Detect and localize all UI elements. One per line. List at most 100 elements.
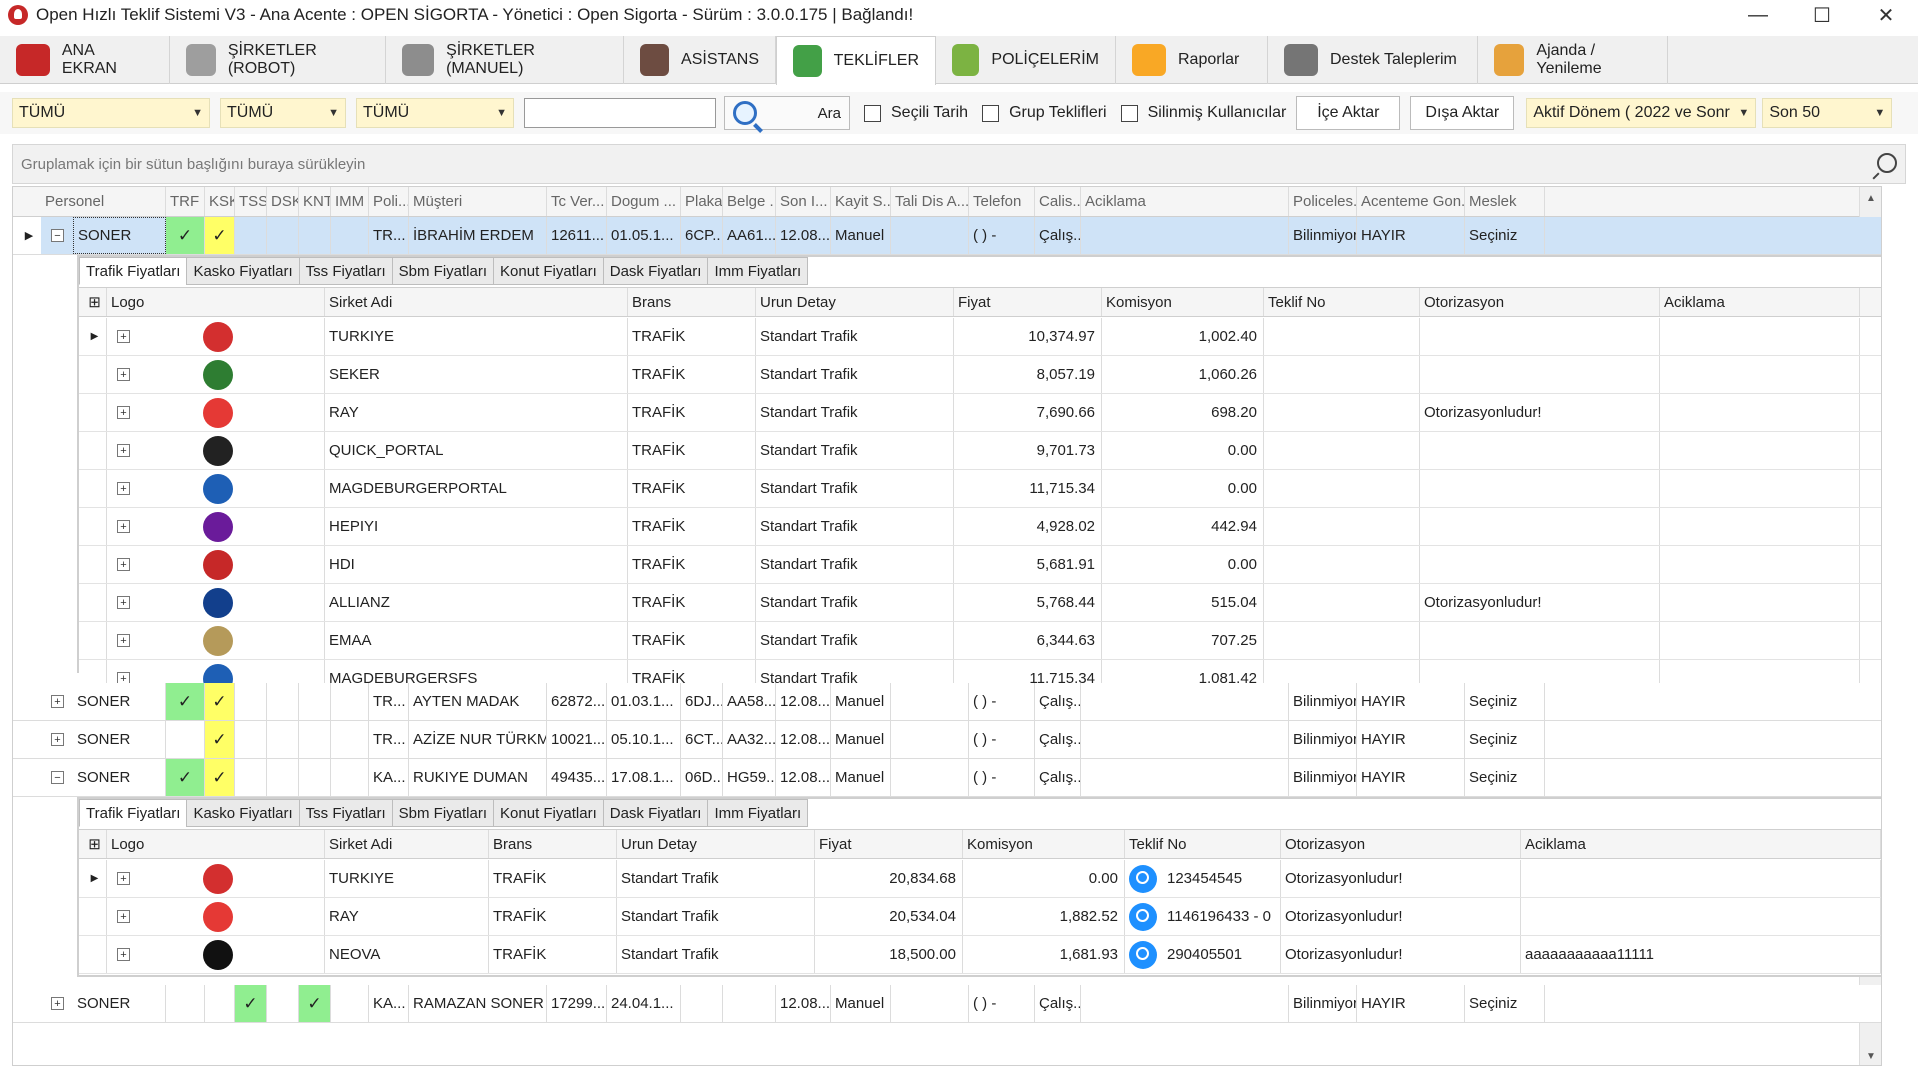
checkbox-box[interactable] (1120, 104, 1138, 122)
column-header[interactable]: KNT (299, 187, 331, 216)
detail-tab[interactable]: Dask Fiyatları (602, 799, 709, 827)
expand-icon[interactable]: + (117, 948, 130, 961)
tab-8[interactable]: Ajanda / Yenileme (1478, 36, 1668, 84)
expand-all-icon[interactable]: ⊞ (79, 288, 107, 316)
detail-column-header[interactable]: Urun Detay (617, 830, 815, 858)
scroll-up-icon[interactable]: ▲ (1860, 187, 1881, 209)
detail-column-header[interactable]: Komisyon (1102, 288, 1264, 316)
expand-icon[interactable]: + (117, 444, 130, 457)
detail-column-header[interactable]: Urun Detay (756, 288, 954, 316)
detail-tab[interactable]: Dask Fiyatları (602, 257, 709, 285)
column-header[interactable]: Poli... (369, 187, 409, 216)
column-header[interactable]: Acenteme Gon... (1357, 187, 1465, 216)
detail-column-header[interactable]: Fiyat (815, 830, 963, 858)
detail-column-header[interactable]: Fiyat (954, 288, 1102, 316)
son-combo[interactable]: Son 50 ▼ (1762, 98, 1893, 128)
filter-combo-1[interactable]: TÜMÜ ▼ (12, 98, 210, 128)
detail-column-header[interactable]: Brans (628, 288, 756, 316)
table-row[interactable]: + SONER ✓ TR...AZİZE NUR TÜRKMEN10021...05.… (13, 721, 1881, 759)
expand-icon[interactable]: + (51, 695, 64, 708)
tab-0[interactable]: ANA EKRAN (0, 36, 170, 84)
detail-tab[interactable]: Konut Fiyatları (493, 799, 604, 827)
table-row[interactable]: + SONER ✓ ✓ TR... AYTEN MADAK 62872... 01.03.1.… (13, 683, 1881, 721)
scroll-down-icon[interactable]: ▼ (1860, 1045, 1881, 1065)
tab-4[interactable]: TEKLİFLER (776, 36, 936, 85)
expand-icon[interactable]: + (117, 634, 130, 647)
detail-tab[interactable]: Sbm Fiyatları (391, 799, 495, 827)
detail-column-header[interactable]: Aciklama (1521, 830, 1881, 858)
detail-tab[interactable]: Trafik Fiyatları (79, 799, 188, 827)
column-header[interactable]: Tali Dis A... (891, 187, 969, 216)
search-icon[interactable] (1129, 864, 1157, 893)
table-row[interactable]: ▶ − SONER ✓ ✓ TR... İBRAHİM ERDEM 12611... 01.05… (13, 217, 1881, 255)
collapse-icon[interactable]: − (51, 229, 64, 242)
column-header[interactable]: KSK (205, 187, 235, 216)
detail-tab[interactable]: Trafik Fiyatları (79, 257, 188, 285)
group-panel[interactable]: Gruplamak için bir sütun başlığını buray… (12, 144, 1906, 184)
filter-combo-2[interactable]: TÜMÜ ▼ (220, 98, 346, 128)
disa-aktar-button[interactable]: Dışa Aktar (1410, 96, 1515, 130)
detail-row[interactable]: ▶ + TURKIYE TRAFİK Standart Trafik 20,834.68 0… (79, 860, 1881, 898)
column-header[interactable]: Plaka (681, 187, 723, 216)
detail-tab[interactable]: Konut Fiyatları (493, 257, 604, 285)
column-header[interactable]: IMM (331, 187, 369, 216)
column-header[interactable]: Personel (41, 187, 166, 216)
tab-6[interactable]: Raporlar (1116, 36, 1268, 84)
search-icon[interactable] (1129, 940, 1157, 969)
column-header[interactable]: Tc Ver... (547, 187, 607, 216)
expand-icon[interactable]: + (117, 482, 130, 495)
expand-icon[interactable]: + (117, 872, 130, 885)
column-header[interactable]: Telefon (969, 187, 1035, 216)
column-header[interactable]: Belge ... (723, 187, 776, 216)
detail-row[interactable]: + HEPIYI TRAFİK Standart Trafik 4,928.02 442.… (79, 508, 1881, 546)
ice-aktar-button[interactable]: İçe Aktar (1296, 96, 1401, 130)
detail-column-header[interactable]: Logo (107, 288, 325, 316)
table-row[interactable]: − SONER ✓ ✓ KA... RUKIYE DUMAN 49435... 17.08.1… (13, 759, 1881, 797)
search-input[interactable] (524, 98, 716, 128)
detail-tab[interactable]: Tss Fiyatları (298, 257, 393, 285)
donem-combo[interactable]: Aktif Dönem ( 2022 ve Sonr ▼ (1526, 98, 1757, 128)
detail-row[interactable]: + NEOVA TRAFİK Standart Trafik 18,500.00 1,68… (79, 936, 1881, 974)
detail-column-header[interactable]: Logo (107, 830, 325, 858)
column-header[interactable]: Son I... (776, 187, 831, 216)
detail-row[interactable]: + MAGDEBURGERPORTAL TRAFİK Standart Trafik 1… (79, 470, 1881, 508)
detail-column-header[interactable]: Otorizasyon (1420, 288, 1660, 316)
detail-tab[interactable]: Sbm Fiyatları (391, 257, 495, 285)
expand-all-icon[interactable]: ⊞ (79, 830, 107, 858)
detail-tab[interactable]: Kasko Fiyatları (186, 257, 300, 285)
detail-row[interactable]: + ALLIANZ TRAFİK Standart Trafik 5,768.44 515… (79, 584, 1881, 622)
detail-row[interactable]: + SEKER TRAFİK Standart Trafik 8,057.19 1,060… (79, 356, 1881, 394)
detail-row[interactable]: + RAY TRAFİK Standart Trafik 7,690.66 698.20 O… (79, 394, 1881, 432)
expand-icon[interactable]: + (51, 997, 64, 1010)
tab-5[interactable]: POLİÇELERİM (936, 36, 1116, 84)
detail-column-header[interactable]: Komisyon (963, 830, 1125, 858)
detail-column-header[interactable]: Brans (489, 830, 617, 858)
tab-7[interactable]: Destek Taleplerim (1268, 36, 1478, 84)
column-header[interactable]: Calis... (1035, 187, 1081, 216)
detail-column-header[interactable]: Otorizasyon (1281, 830, 1521, 858)
column-header[interactable]: Aciklama (1081, 187, 1289, 216)
column-header[interactable]: Meslek (1465, 187, 1545, 216)
column-header[interactable]: Policeles... (1289, 187, 1357, 216)
detail-row[interactable]: + QUICK_PORTAL TRAFİK Standart Trafik 9,701.… (79, 432, 1881, 470)
silinmis-kullanicilar-checkbox[interactable]: Silinmiş Kullanıcılar (1120, 104, 1286, 122)
expand-icon[interactable]: + (117, 910, 130, 923)
expand-icon[interactable]: + (117, 330, 130, 343)
detail-row[interactable]: + RAY TRAFİK Standart Trafik 20,534.04 1,882.… (79, 898, 1881, 936)
expand-icon[interactable]: + (117, 406, 130, 419)
expand-icon[interactable]: + (51, 733, 64, 746)
expand-icon[interactable]: + (117, 520, 130, 533)
detail-row[interactable]: + HDI TRAFİK Standart Trafik 5,681.91 0.00 (79, 546, 1881, 584)
tab-3[interactable]: ASİSTANS (624, 36, 776, 84)
expand-icon[interactable]: + (117, 558, 130, 571)
detail-tab[interactable]: Kasko Fiyatları (186, 799, 300, 827)
tab-1[interactable]: ŞİRKETLER (ROBOT) (170, 36, 386, 84)
find-icon[interactable] (1877, 153, 1897, 173)
column-header[interactable]: DSK (267, 187, 299, 216)
close-button[interactable]: ✕ (1854, 0, 1918, 30)
detail-column-header[interactable]: Aciklama (1660, 288, 1860, 316)
collapse-icon[interactable]: − (51, 771, 64, 784)
secili-tarih-checkbox[interactable]: Seçili Tarih (864, 104, 968, 122)
checkbox-box[interactable] (864, 104, 881, 122)
detail-row[interactable]: ▶ + TURKIYE TRAFİK Standart Trafik 10,374.97 1… (79, 318, 1881, 356)
